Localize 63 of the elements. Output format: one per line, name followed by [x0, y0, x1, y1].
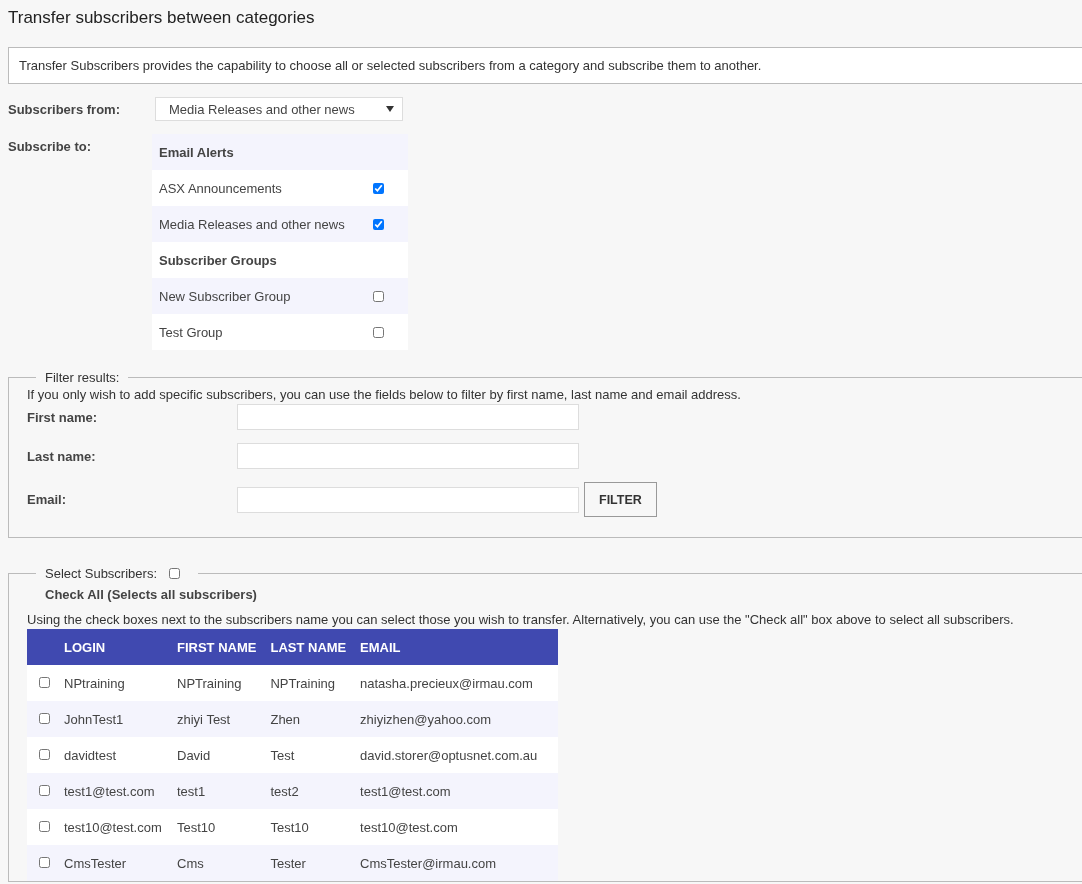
- filter-hint: If you only wish to add specific subscribers, you can use the fields below to filter by first name, last name and email address.: [27, 387, 742, 402]
- category-checkbox[interactable]: [373, 290, 384, 302]
- row-checkbox[interactable]: [39, 784, 50, 796]
- page-title: Transfer subscribers between categories: [8, 8, 316, 28]
- column-header: EMAIL: [360, 629, 558, 665]
- row-checkbox[interactable]: [39, 856, 50, 868]
- table-cell: test2: [270, 773, 361, 809]
- select-hint: Using the check boxes next to the subscribers name you can select those you wish to transfer. Alternatively, you can use the "Check all" box above to select all subscribers.: [27, 612, 1015, 627]
- table-cell: NPTraining: [177, 665, 271, 701]
- category-label: New Subscriber Group: [159, 288, 291, 304]
- table-cell: zhiyi Test: [177, 701, 271, 737]
- column-header: FIRST NAME: [177, 629, 271, 665]
- intro-text: Transfer Subscribers provides the capability to choose all or selected subscribers from a category and subscribe them to another.: [8, 47, 1082, 84]
- table-cell: Test10: [270, 809, 361, 845]
- category-checkbox[interactable]: [373, 182, 384, 194]
- field-label: Last name:: [27, 448, 97, 464]
- table-cell: david.storer@optusnet.com.au: [360, 737, 558, 773]
- table-cell: David: [177, 737, 271, 773]
- input-field[interactable]: [237, 404, 579, 430]
- check-all-label: Check All (Selects all subscribers): [45, 587, 258, 602]
- group-heading: Email Alerts: [152, 134, 408, 170]
- category-label: Media Releases and other news: [159, 216, 345, 232]
- caret-icon: [386, 106, 394, 112]
- check-all-checkbox[interactable]: [169, 568, 180, 579]
- field-label: Subscribers from:: [8, 101, 121, 117]
- table-cell: Test: [270, 737, 361, 773]
- table-cell: test10@test.com: [360, 809, 558, 845]
- table-cell: natasha.precieux@irmau.com: [360, 665, 558, 701]
- row-checkbox[interactable]: [39, 820, 50, 832]
- table-cell: Tester: [270, 845, 361, 881]
- table-cell: test1: [177, 773, 271, 809]
- fieldset-legend: Select Subscribers:: [45, 566, 157, 581]
- table-cell: JohnTest1: [64, 701, 177, 737]
- table-cell: NPTraining: [270, 665, 361, 701]
- table-cell: test1@test.com: [64, 773, 177, 809]
- input-field[interactable]: [237, 486, 579, 513]
- input-field[interactable]: [237, 443, 579, 469]
- table-cell: test10@test.com: [64, 809, 177, 845]
- table-cell: Zhen: [270, 701, 361, 737]
- table-cell: Test10: [177, 809, 271, 845]
- category-dropdown[interactable]: Media Releases and other news: [155, 97, 403, 121]
- row-checkbox[interactable]: [39, 712, 50, 724]
- row-checkbox[interactable]: [39, 676, 50, 688]
- table-cell: NPtraining: [64, 665, 177, 701]
- filter-button[interactable]: FILTER: [584, 482, 657, 517]
- field-label: Subscribe to:: [8, 138, 93, 154]
- table-cell: CmsTester@irmau.com: [360, 845, 558, 881]
- category-checkbox[interactable]: [373, 218, 384, 230]
- row-checkbox[interactable]: [39, 748, 50, 760]
- field-label: Email:: [27, 492, 67, 507]
- table-cell: Cms: [177, 845, 271, 881]
- category-label: ASX Announcements: [159, 180, 282, 196]
- category-checkbox[interactable]: [373, 326, 384, 338]
- table-cell: test1@test.com: [360, 773, 558, 809]
- field-label: First name:: [27, 409, 99, 425]
- table-cell: zhiyizhen@yahoo.com: [360, 701, 558, 737]
- group-heading: Subscriber Groups: [152, 242, 408, 278]
- table-cell: CmsTester: [64, 845, 177, 881]
- category-label: Test Group: [159, 324, 223, 340]
- table-cell: davidtest: [64, 737, 177, 773]
- column-header: LOGIN: [64, 629, 177, 665]
- column-header: LAST NAME: [270, 629, 361, 665]
- fieldset-legend: Filter results:: [36, 370, 129, 385]
